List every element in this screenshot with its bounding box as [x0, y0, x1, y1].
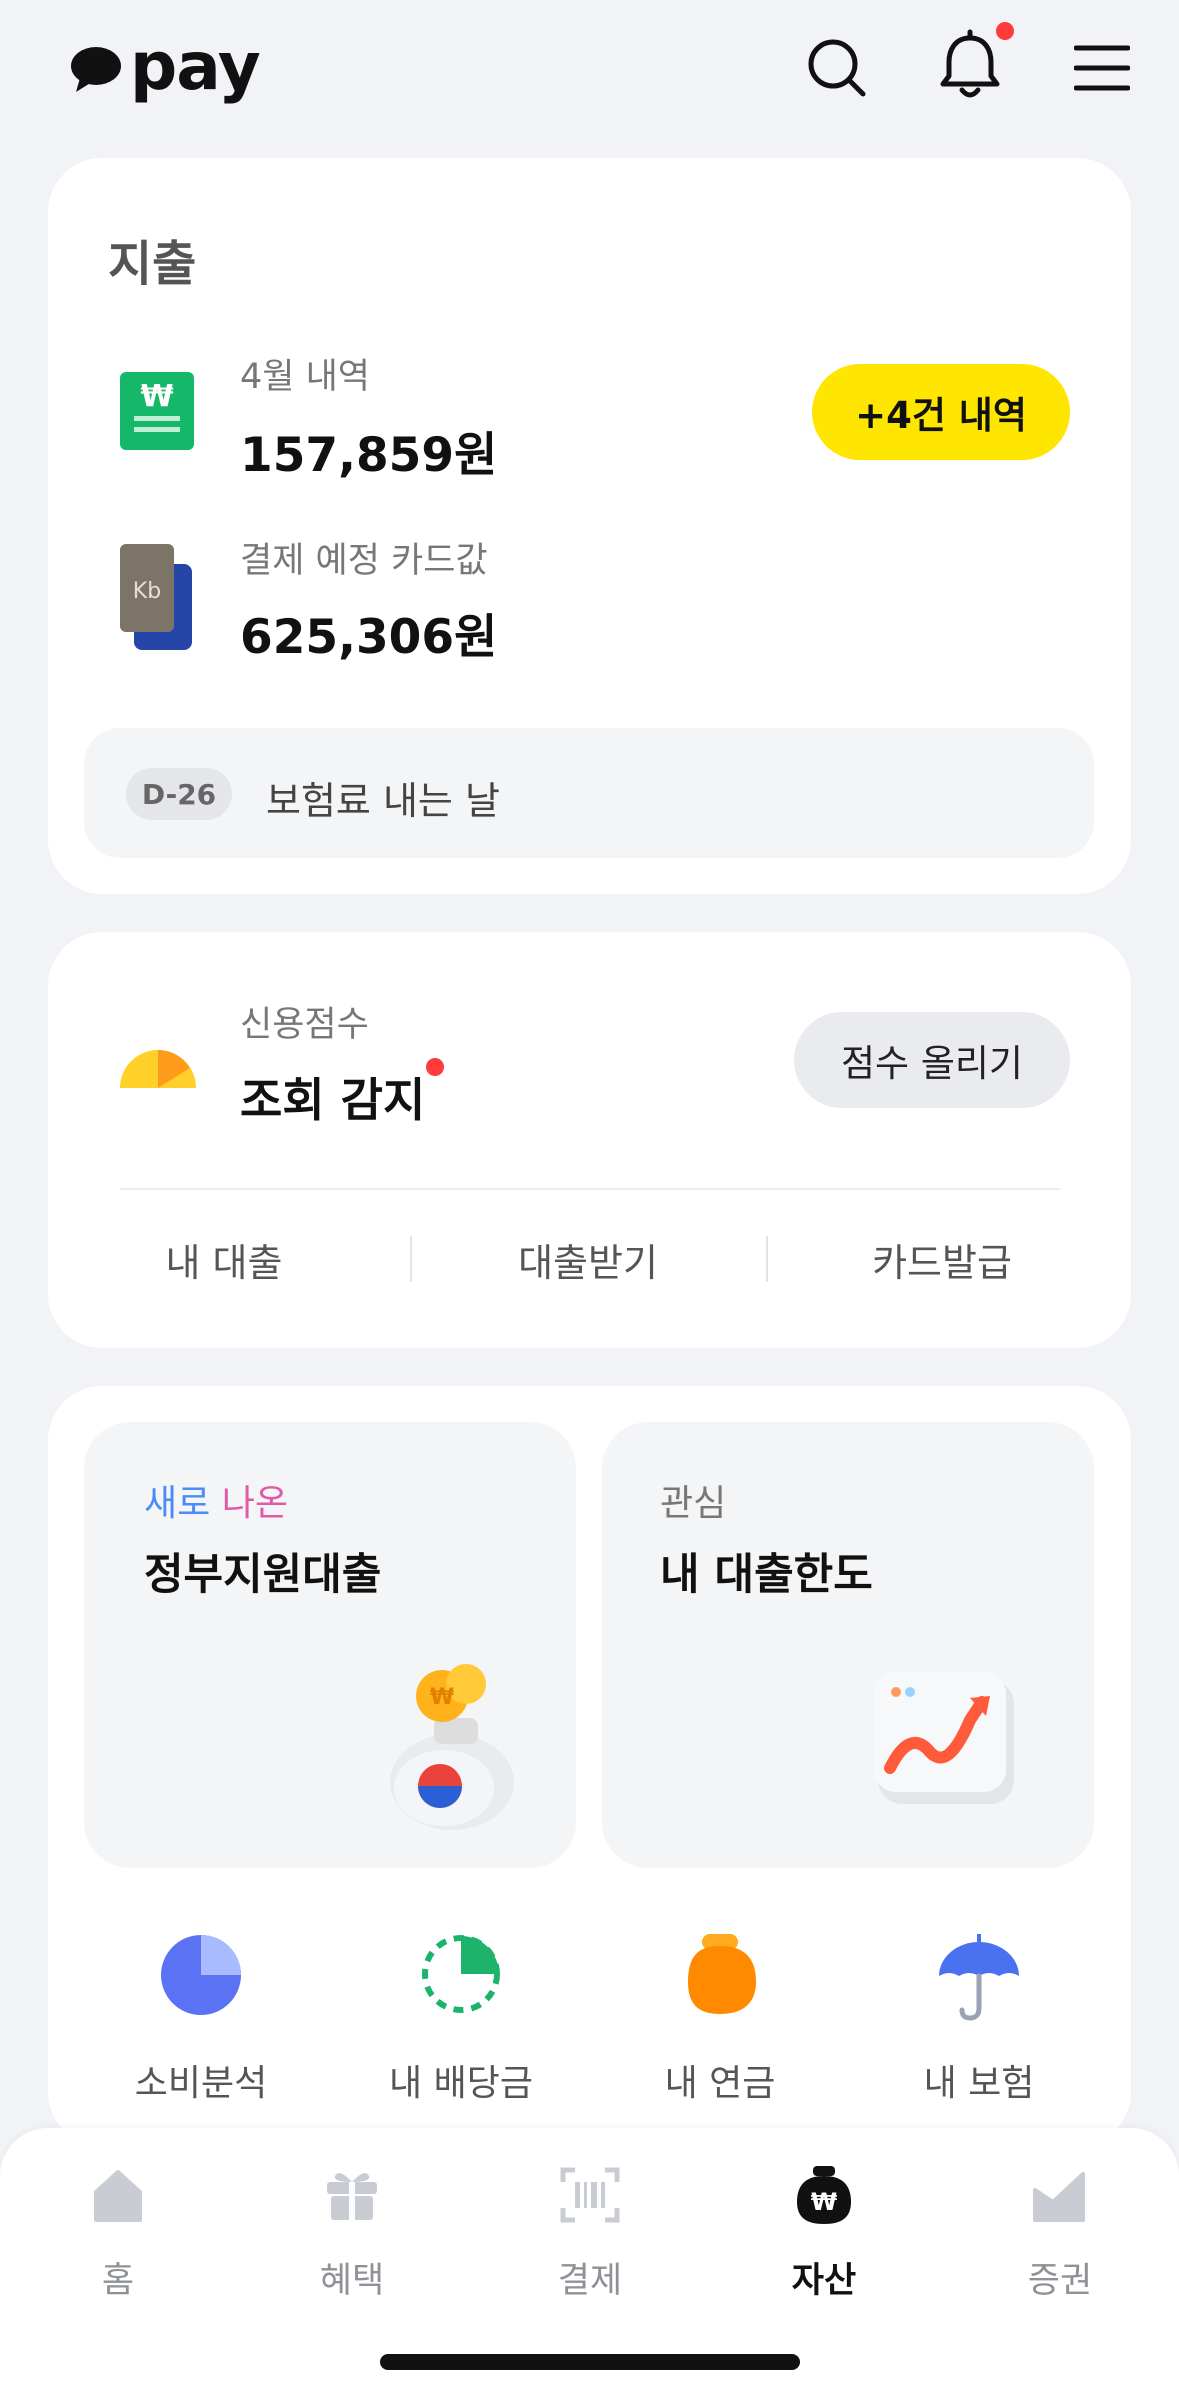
nav-label: 혜택 — [319, 2261, 385, 2301]
credit-status[interactable]: 조회 감지 — [240, 1064, 425, 1130]
quick-menu-label[interactable]: 내 보험 — [849, 2054, 1109, 2106]
nav-assets[interactable]: ₩ 자산 — [724, 2158, 924, 2318]
search-icon[interactable] — [805, 36, 869, 100]
link-separator — [410, 1236, 412, 1282]
card-due-amount[interactable]: 625,306원 — [240, 598, 497, 667]
card-due-label: 결제 예정 카드값 — [240, 541, 488, 581]
loan-limit-tile[interactable]: 관심 내 대출한도 — [602, 1422, 1094, 1868]
notification-dot — [996, 22, 1014, 40]
gov-loan-title: 정부지원대출 — [144, 1550, 382, 1600]
gov-loan-tile[interactable]: 새로 나온 정부지원대출 ₩ — [84, 1422, 576, 1868]
pie-chart-icon[interactable] — [160, 1934, 242, 2016]
home-icon — [94, 2170, 142, 2222]
speech-bubble-icon — [71, 47, 121, 92]
money-pouch-icon: ₩ — [390, 1664, 514, 1830]
credit-score-gauge-icon — [120, 1050, 196, 1088]
expenses-card: 지출 ₩ 4월 내역 157,859원 +4건 내역 Kb 결제 예정 카드값 … — [48, 158, 1131, 894]
new-tag: 새로 나온 — [144, 1474, 288, 1526]
barcode-icon — [560, 2167, 620, 2223]
nav-label: 증권 — [1027, 2261, 1093, 2301]
divider — [120, 1188, 1060, 1190]
logo-text: pay — [130, 28, 261, 105]
quick-menu-label[interactable]: 내 연금 — [590, 2054, 850, 2106]
svg-text:₩: ₩ — [811, 2188, 838, 2216]
app-header: pay — [0, 0, 1179, 140]
stocks-icon — [1033, 2172, 1085, 2222]
home-indicator[interactable] — [380, 2354, 800, 2370]
menu-icon[interactable] — [1074, 44, 1130, 92]
svg-text:₩: ₩ — [430, 1685, 454, 1710]
nav-label: 결제 — [557, 2261, 623, 2301]
reminder-text: 보험료 내는 날 — [266, 779, 500, 823]
interest-tag: 관심 — [660, 1483, 727, 1524]
svg-text:₩: ₩ — [140, 379, 173, 414]
credit-alert-dot — [426, 1058, 444, 1076]
svg-text:Kb: Kb — [133, 579, 161, 604]
bell-icon[interactable] — [935, 28, 1005, 102]
expenses-title[interactable]: 지출 — [108, 224, 196, 294]
new-tag-part2: 나온 — [221, 1483, 288, 1524]
history-button[interactable]: +4건 내역 — [812, 364, 1070, 460]
credit-card-section: 신용점수 조회 감지 점수 올리기 내 대출 대출받기 카드발급 — [48, 932, 1131, 1348]
get-loan-link[interactable]: 대출받기 — [468, 1232, 708, 1287]
quick-menu-label[interactable]: 내 배당금 — [331, 2054, 591, 2106]
won-receipt-icon: ₩ — [120, 372, 194, 450]
new-tag-part1: 새로 — [144, 1483, 211, 1524]
pension-pouch-icon[interactable] — [678, 1932, 762, 2016]
raise-score-button[interactable]: 점수 올리기 — [794, 1012, 1070, 1108]
nav-label: 자산 — [791, 2261, 857, 2301]
credit-card-icon: Kb — [120, 544, 192, 650]
money-bag-icon: ₩ — [797, 2166, 851, 2224]
nav-home[interactable]: 홈 — [18, 2158, 218, 2318]
growth-chart-icon — [874, 1672, 1014, 1804]
pay-logo[interactable]: pay — [70, 28, 261, 105]
monthly-amount[interactable]: 157,859원 — [240, 416, 497, 485]
nav-label: 홈 — [101, 2261, 135, 2301]
gift-icon — [327, 2173, 377, 2220]
dday-badge: D-26 — [126, 768, 232, 820]
card-issue-link[interactable]: 카드발급 — [822, 1232, 1062, 1287]
dividend-icon[interactable] — [419, 1932, 503, 2016]
umbrella-icon[interactable] — [936, 1932, 1022, 2022]
my-loans-link[interactable]: 내 대출 — [104, 1232, 344, 1287]
reminder-banner[interactable]: D-26 보험료 내는 날 — [84, 728, 1094, 858]
credit-label: 신용점수 — [240, 1005, 369, 1045]
bottom-nav: 홈 혜택 결제 ₩ 자산 증권 — [0, 2128, 1179, 2396]
nav-stocks[interactable]: 증권 — [960, 2158, 1160, 2318]
loans-card: 새로 나온 정부지원대출 ₩ 관심 내 대출한도 소비분석 내 배당금 내 연금… — [48, 1386, 1131, 2146]
nav-benefits[interactable]: 혜택 — [252, 2158, 452, 2318]
quick-menu-label[interactable]: 소비분석 — [71, 2054, 331, 2106]
monthly-label: 4월 내역 — [240, 357, 370, 397]
loan-limit-title: 내 대출한도 — [660, 1550, 873, 1600]
nav-payment[interactable]: 결제 — [490, 2158, 690, 2318]
link-separator — [766, 1236, 768, 1282]
